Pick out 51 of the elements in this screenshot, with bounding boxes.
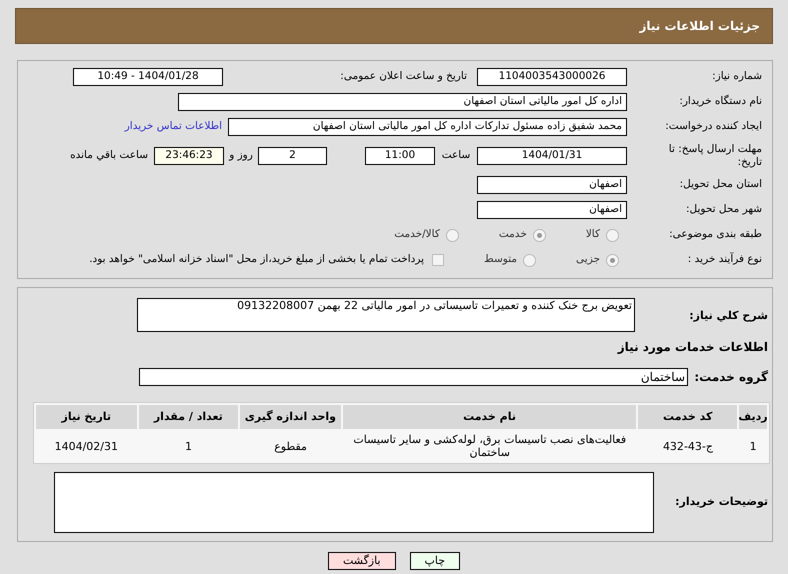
column-header: تعداد / مقدار bbox=[138, 405, 238, 429]
field-label: شهر محل تحویل: bbox=[685, 202, 763, 218]
text-field[interactable]: ساختمان bbox=[139, 368, 688, 386]
radio-label: متوسط bbox=[484, 252, 518, 268]
section-heading: اطلاعات خدمات مورد نیاز bbox=[616, 339, 769, 356]
text-field[interactable]: 11:00 bbox=[365, 147, 435, 165]
text-field[interactable]: 2 bbox=[258, 147, 327, 165]
text-field[interactable]: محمد شفیق زاده مسئول تدارکات اداره کل امور مالیاتی استان اصفهان bbox=[228, 118, 627, 136]
text-field[interactable]: اصفهان bbox=[477, 201, 627, 219]
column-header: واحد اندازه گیری bbox=[240, 405, 341, 429]
buyer-contact-link[interactable]: اطلاعات تماس خریدار bbox=[124, 119, 222, 135]
radio-label: جزیی bbox=[576, 252, 600, 268]
field-label: ساعت باقي مانده bbox=[70, 148, 149, 164]
radio-label: خدمت bbox=[498, 227, 527, 242]
back-button[interactable]: بازگشت bbox=[328, 552, 396, 570]
field-label: شماره نیاز: bbox=[711, 69, 763, 84]
field-label: ایجاد کننده درخواست: bbox=[664, 119, 763, 134]
column-header: تاریخ نیاز bbox=[36, 405, 137, 429]
radio-label: کالا/خدمت bbox=[394, 227, 440, 242]
field-label: روز و bbox=[228, 148, 254, 164]
field-label: نوع فرآیند خرید : bbox=[686, 252, 763, 268]
page-title: جزئیات اطلاعات نیاز bbox=[639, 18, 760, 35]
text-field[interactable]: اصفهان bbox=[477, 176, 627, 194]
checkbox[interactable] bbox=[432, 254, 444, 266]
column-header: ردیف bbox=[739, 405, 767, 429]
payment-note: پرداخت تمام یا بخشی از مبلغ خرید،از محل "اسناد خزانه اسلامی" خواهد بود. bbox=[89, 252, 424, 268]
text-field[interactable]: 1104003543000026 bbox=[477, 68, 627, 86]
radio-button[interactable] bbox=[606, 228, 619, 242]
buyer-notes-textarea[interactable] bbox=[54, 472, 654, 533]
radio-button[interactable] bbox=[532, 228, 546, 242]
field-label: گروه خدمت: bbox=[693, 369, 769, 386]
radio-button[interactable] bbox=[446, 228, 459, 242]
field-label: شرح کلي نياز: bbox=[688, 308, 769, 324]
field-label: ساعت bbox=[440, 148, 472, 164]
radio-button[interactable] bbox=[523, 254, 536, 266]
column-header: کد خدمت bbox=[638, 405, 737, 429]
print-button[interactable]: چاپ bbox=[410, 552, 460, 570]
field-label: طبقه بندی موضوعی: bbox=[668, 227, 763, 242]
field-label: استان محل تحویل: bbox=[678, 177, 763, 192]
radio-button[interactable] bbox=[606, 254, 619, 266]
field-label: تاریخ و ساعت اعلان عمومی: bbox=[339, 69, 468, 84]
text-field[interactable]: 1404/01/31 bbox=[477, 147, 627, 165]
field-label: نام دستگاه خریدار: bbox=[678, 94, 763, 110]
column-header: نام خدمت bbox=[342, 405, 636, 429]
field-label: توضیحات خریدار: bbox=[674, 494, 769, 510]
field-label: مهلت ارسال پاسخ: تا تاریخ: bbox=[668, 143, 763, 169]
text-field[interactable]: 23:46:23 bbox=[154, 147, 224, 165]
description-textarea[interactable]: تعویض برج خنک کننده و تعمیرات تاسیساتی در امور مالیاتی 22 بهمن 09132208007 bbox=[137, 298, 635, 332]
radio-label: کالا bbox=[586, 227, 600, 242]
text-field[interactable]: اداره کل امور مالیاتی استان اصفهان bbox=[178, 93, 627, 111]
text-field[interactable]: 1404/01/28 - 10:49 bbox=[73, 68, 223, 86]
